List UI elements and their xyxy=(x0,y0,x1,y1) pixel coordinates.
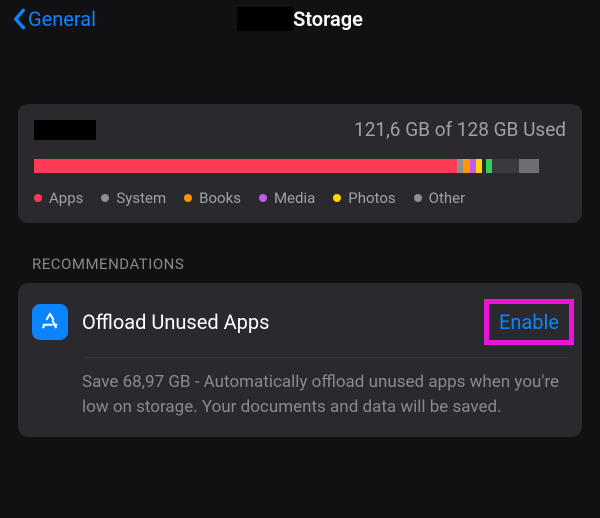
enable-highlight-box: Enable xyxy=(484,299,574,345)
legend-dot-icon xyxy=(34,194,42,202)
storage-segment xyxy=(34,159,457,173)
content: 121,6 GB of 128 GB Used Apps System Books M… xyxy=(0,44,600,437)
legend-dot-icon xyxy=(333,194,341,202)
page-title: Storage xyxy=(293,7,363,31)
legend-dot-icon xyxy=(259,194,267,202)
legend-label: Apps xyxy=(49,189,83,207)
storage-segment xyxy=(539,159,566,173)
storage-summary-row: 121,6 GB of 128 GB Used xyxy=(34,118,566,141)
legend-dot-icon xyxy=(101,194,109,202)
legend-label: Photos xyxy=(348,189,395,207)
storage-bar xyxy=(34,159,566,173)
storage-segment xyxy=(492,159,519,173)
legend-dot-icon xyxy=(414,194,422,202)
recommendation-description: Save 68,97 GB - Automatically offload un… xyxy=(82,370,568,419)
legend-dot-icon xyxy=(184,194,192,202)
legend-label: Books xyxy=(199,189,241,207)
redacted-device-name xyxy=(237,7,293,31)
legend-item: Media xyxy=(259,189,315,207)
storage-legend: Apps System Books Media Photos Other xyxy=(34,189,566,207)
back-label: General xyxy=(28,7,96,31)
legend-item: Other xyxy=(414,189,466,207)
nav-title-wrap: Storage xyxy=(237,7,363,31)
legend-label: Other xyxy=(429,189,466,207)
recommendations-header: RECOMMENDATIONS xyxy=(32,255,582,273)
storage-used-text: 121,6 GB of 128 GB Used xyxy=(354,118,566,141)
legend-label: Media xyxy=(274,189,315,207)
recommendation-top-row: Offload Unused Apps Enable xyxy=(32,299,568,357)
chevron-left-icon xyxy=(12,8,26,30)
legend-label: System xyxy=(116,189,166,207)
storage-segment xyxy=(519,159,540,173)
storage-card: 121,6 GB of 128 GB Used Apps System Books M… xyxy=(18,104,582,223)
recommendation-title: Offload Unused Apps xyxy=(82,310,470,334)
back-button[interactable]: General xyxy=(12,7,96,31)
app-store-icon xyxy=(32,304,68,340)
legend-item: Books xyxy=(184,189,241,207)
recommendation-body: Save 68,97 GB - Automatically offload un… xyxy=(82,357,568,419)
enable-button[interactable]: Enable xyxy=(491,306,567,338)
nav-bar: General Storage xyxy=(0,0,600,44)
recommendation-card: Offload Unused Apps Enable Save 68,97 GB… xyxy=(18,283,582,437)
legend-item: System xyxy=(101,189,166,207)
legend-item: Photos xyxy=(333,189,395,207)
legend-item: Apps xyxy=(34,189,83,207)
redacted-label xyxy=(34,120,96,140)
